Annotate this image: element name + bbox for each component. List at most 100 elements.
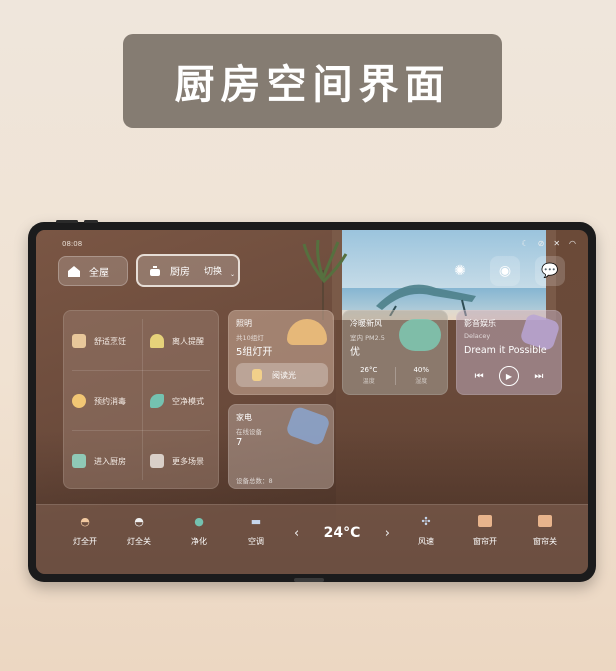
- reading-light-label: 阅读光: [272, 370, 296, 380]
- lamp-icon: [287, 319, 327, 345]
- brightness-button[interactable]: ✺: [447, 256, 473, 286]
- moon-icon: ☾: [521, 239, 529, 248]
- power-button: [84, 220, 98, 223]
- ac-label: 空调: [248, 537, 264, 546]
- temperature-decrease-icon[interactable]: ‹: [294, 526, 299, 541]
- scene-label: 更多场景: [172, 456, 204, 466]
- chevron-down-icon: ⌄: [230, 271, 236, 278]
- song-title: Dream it Possible: [464, 345, 547, 356]
- appliance-card[interactable]: 家电 在线设备 7 设备总数：8: [228, 404, 334, 489]
- curtain-open-label: 窗帘开: [473, 537, 497, 546]
- pm25-label: 室内 PM2.5: [350, 334, 385, 342]
- sun-icon: [72, 394, 86, 408]
- scene-label: 舒适烹饪: [94, 336, 126, 346]
- grid-icon: [150, 454, 164, 468]
- message-button[interactable]: 💬: [535, 256, 565, 286]
- scene-more[interactable]: 更多场景: [142, 439, 218, 483]
- temperature-increase-icon[interactable]: ›: [385, 526, 390, 541]
- fresh-air-title: 冷暖新风: [350, 319, 382, 328]
- online-devices-count: 7: [236, 437, 243, 448]
- lights-all-off-label: 灯全关: [127, 537, 151, 546]
- divider: [72, 430, 210, 431]
- media-title: 影音娱乐: [464, 319, 496, 328]
- lights-all-on-label: 灯全开: [73, 537, 97, 546]
- water-drop-icon: ●: [194, 514, 204, 528]
- status-icons: ☾ ⊘ ✕ ◠: [521, 239, 576, 248]
- fan-icon: [399, 319, 441, 351]
- curtain-close-button[interactable]: 窗帘关: [520, 515, 570, 547]
- humidity-label: 湿度: [415, 378, 428, 385]
- bottom-control-bar: ◓ 灯全开 ◓ 灯全关 ● 净化 ▬ 空调 ‹ 24°C › ✣ 风速 窗帘开 …: [36, 504, 588, 574]
- scenes-card: 舒适烹饪 离人提醒 预约消毒 空净模式 进入厨房 更多场景: [63, 310, 219, 489]
- lighting-title: 照明: [236, 319, 252, 328]
- total-devices-label: 设备总数：8: [236, 477, 273, 485]
- assistant-button[interactable]: ◉: [490, 256, 520, 286]
- switch-label: 切换: [204, 267, 223, 277]
- house-icon: [72, 454, 86, 468]
- scene-label: 预约消毒: [94, 396, 126, 406]
- temperature-value: 26°C: [360, 366, 378, 374]
- house-icon: [68, 265, 80, 277]
- ac-button[interactable]: ▬ 空调: [231, 515, 281, 547]
- tablet-device: 08:08 ☾ ⊘ ✕ ◠ 全屋 厨房 切换 ⌄ ✺ ◉ 💬 舒适烹饪 离人提醒…: [28, 220, 596, 582]
- pot-icon: [150, 265, 160, 276]
- curtain-open-button[interactable]: 窗帘开: [460, 515, 510, 547]
- divider: [72, 370, 210, 371]
- purify-button[interactable]: ● 净化: [174, 515, 224, 547]
- fan-speed-label: 风速: [418, 537, 434, 546]
- play-button[interactable]: ▶: [498, 366, 519, 386]
- tablet-screen: 08:08 ☾ ⊘ ✕ ◠ 全屋 厨房 切换 ⌄ ✺ ◉ 💬 舒适烹饪 离人提醒…: [36, 230, 588, 574]
- fan-speed-button[interactable]: ✣ 风速: [401, 515, 451, 547]
- temperature-control: ‹ 24°C ›: [294, 525, 390, 541]
- page-title: 厨房空间界面: [174, 62, 451, 108]
- scene-enter-kitchen[interactable]: 进入厨房: [64, 439, 142, 483]
- whole-house-label: 全屋: [89, 267, 109, 279]
- fresh-air-readings: 26°C 温度 40% 湿度: [343, 365, 447, 387]
- volume-button: [56, 220, 78, 223]
- scene-label: 离人提醒: [172, 336, 204, 346]
- appliance-icon: [285, 405, 331, 447]
- appliance-title: 家电: [236, 413, 252, 422]
- lights-all-on-button[interactable]: ◓ 灯全开: [60, 515, 110, 547]
- curtain-open-icon: [478, 515, 492, 527]
- sun-icon: ✺: [454, 263, 466, 279]
- media-controls: ⏮ ▶ ⏭: [457, 366, 561, 386]
- chat-icon: 💬: [541, 263, 559, 279]
- whole-house-button[interactable]: 全屋: [58, 256, 128, 286]
- scene-label: 进入厨房: [94, 456, 126, 466]
- online-devices-label: 在线设备: [236, 428, 262, 436]
- fresh-air-card[interactable]: 冷暖新风 室内 PM2.5 优 26°C 温度 40% 湿度: [342, 310, 448, 395]
- previous-icon[interactable]: ⏮: [475, 371, 484, 382]
- lights-all-off-button[interactable]: ◓ 灯全关: [114, 515, 164, 547]
- artist-name: Delacey: [464, 332, 491, 340]
- curtain-close-icon: [538, 515, 552, 527]
- assistant-icon: ◉: [498, 263, 512, 279]
- curtain-close-label: 窗帘关: [533, 537, 557, 546]
- silent-icon: ⊘: [537, 239, 545, 248]
- lamp-icon: [150, 334, 164, 348]
- mute-icon: ✕: [553, 239, 561, 248]
- air-conditioner-icon: ▬: [250, 514, 262, 528]
- wifi-icon: ◠: [569, 239, 576, 248]
- temperature-label: 温度: [362, 378, 375, 385]
- lighting-status: 5组灯开: [236, 347, 273, 358]
- plant-image: [302, 240, 348, 320]
- humidity-value: 40%: [413, 366, 430, 374]
- room-label: 厨房: [170, 267, 190, 278]
- room-switch-button[interactable]: 厨房 切换 ⌄: [136, 254, 240, 287]
- scene-leave-reminder[interactable]: 离人提醒: [142, 319, 218, 363]
- leaf-icon: [150, 394, 164, 408]
- lamp-off-icon: ◓: [134, 514, 144, 528]
- lighting-subtitle: 共10组灯: [236, 334, 264, 342]
- scene-air-purify[interactable]: 空净模式: [142, 379, 218, 423]
- next-icon[interactable]: ⏭: [534, 371, 543, 382]
- reading-light-button[interactable]: 阅读光: [236, 363, 328, 387]
- lighting-card[interactable]: 照明 共10组灯 5组灯开 阅读光: [228, 310, 334, 395]
- scene-comfort-cooking[interactable]: 舒适烹饪: [64, 319, 142, 363]
- set-temperature: 24°C: [323, 525, 361, 541]
- scene-label: 空净模式: [172, 396, 204, 406]
- temperature-reading: 26°C 温度: [343, 365, 395, 387]
- scene-scheduled-disinfection[interactable]: 预约消毒: [64, 379, 142, 423]
- media-card[interactable]: 影音娱乐 Delacey Dream it Possible ⏮ ▶ ⏭: [456, 310, 562, 395]
- charging-port: [294, 578, 324, 582]
